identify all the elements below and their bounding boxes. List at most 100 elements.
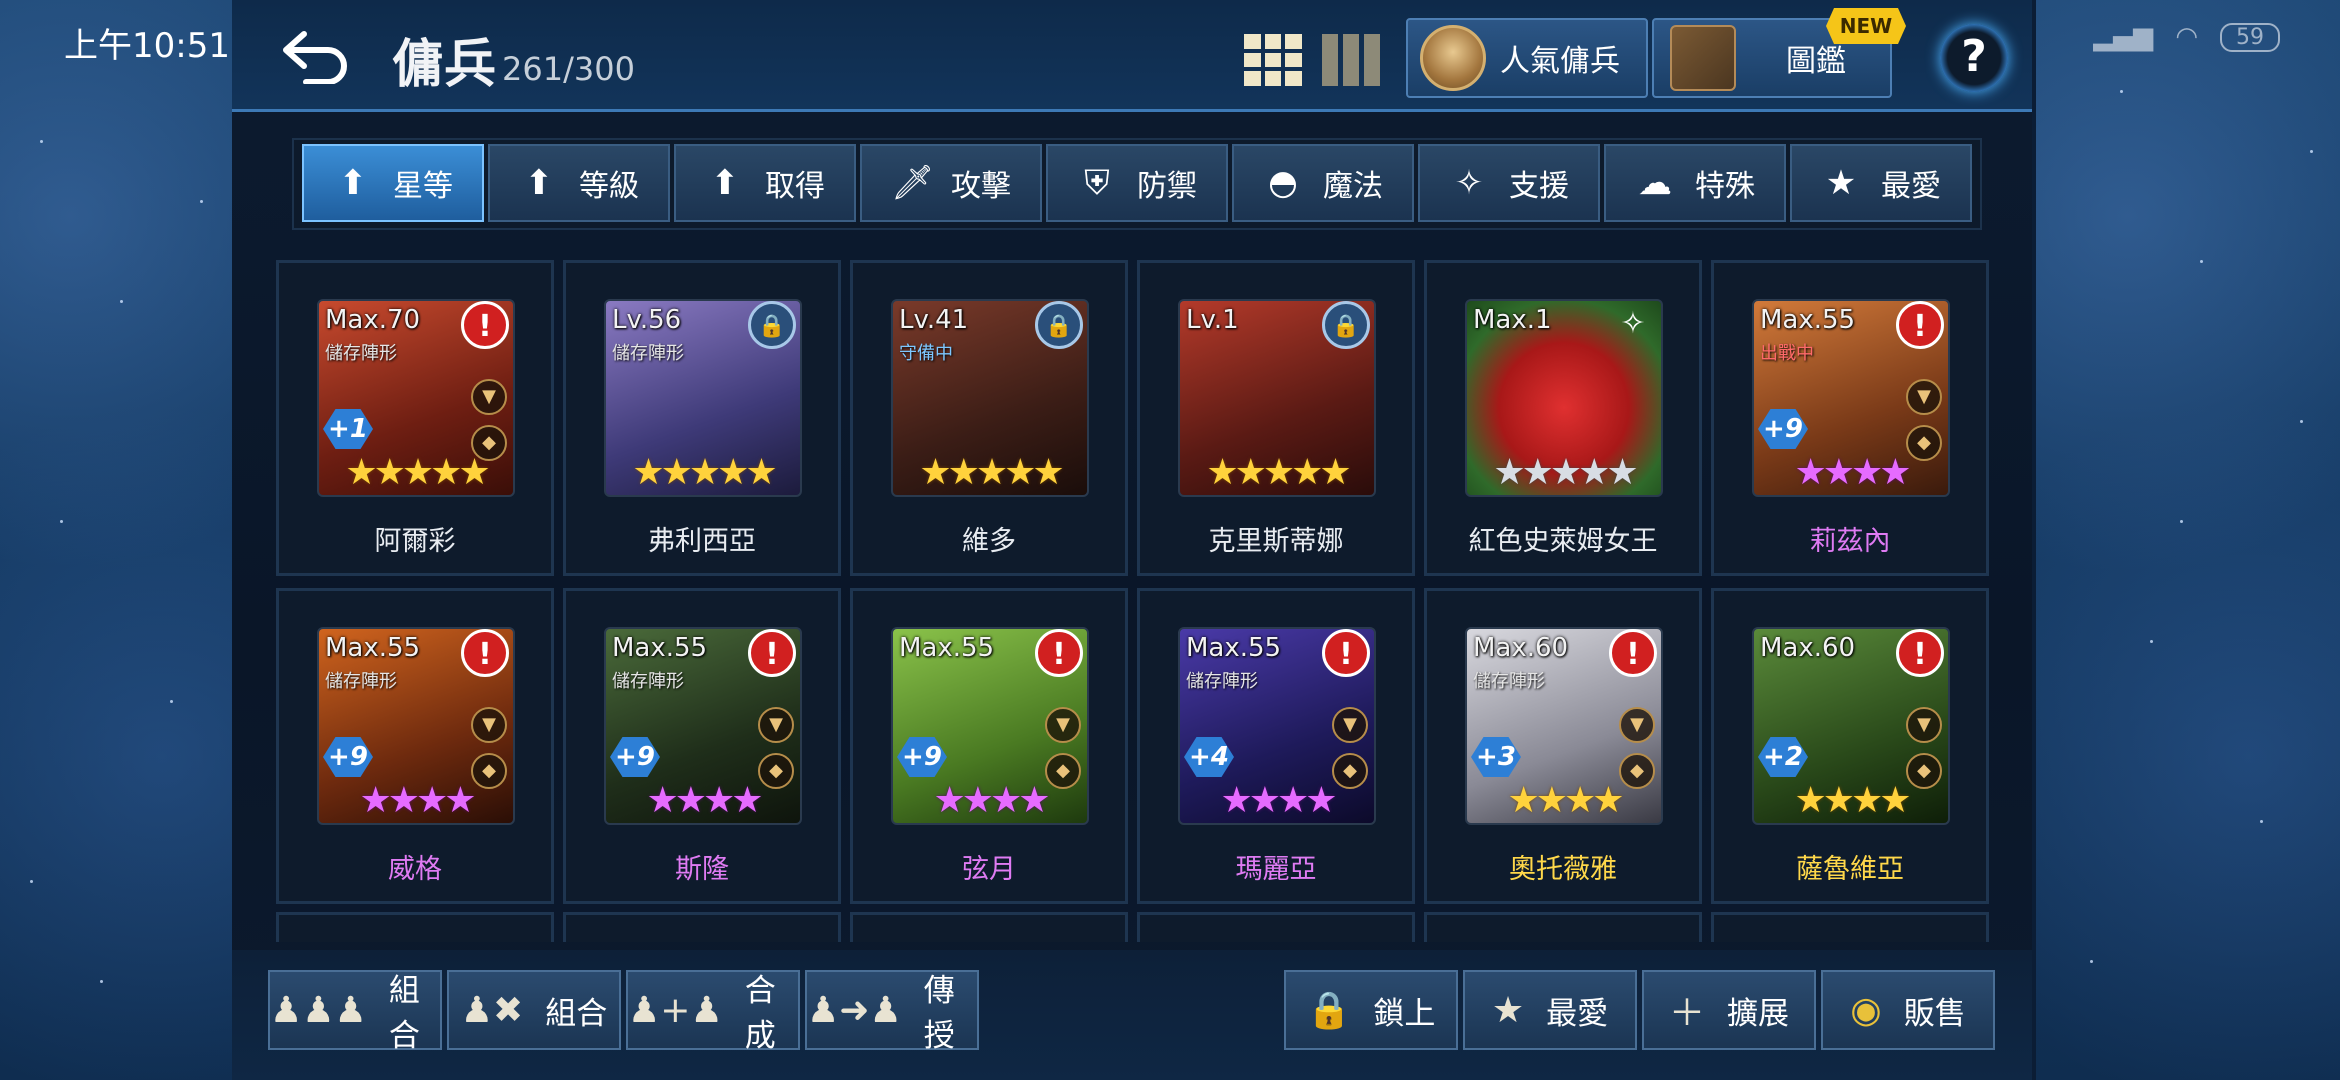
mercenary-card[interactable]: Max.1 ★★★★★ ✧ 紅色史萊姆女王 [1424,260,1702,576]
level-label: Max.55 [1760,305,1856,335]
tab-1[interactable]: ⬆ 等級 [488,144,670,222]
support-icon: ✧ [1454,163,1484,203]
star-rating: ★★★★ [933,780,1050,821]
mercenary-portrait: Max.60 儲存陣形 +3 ▼ ◆ ★★★★! [1465,627,1663,825]
bottom-button-5[interactable]: ★ 最愛 [1463,970,1637,1050]
lock-icon: 🔒 [748,301,796,349]
bottom-button-label: 組合 [388,973,420,1054]
tab-label: 取得 [765,169,825,204]
alert-icon: ! [1896,629,1944,677]
mercenary-portrait: Max.60 +2 ▼ ◆ ★★★★! [1752,627,1950,825]
enhance-badge: +9 [323,737,373,777]
star-rating: ★★★★★ [1206,452,1351,493]
alert-icon: ! [1896,301,1944,349]
grid-view-icon[interactable] [1244,34,1302,86]
slime-icon: ☁ [1638,163,1672,203]
right-background [2036,0,2340,1080]
mercenary-card[interactable]: Max.55 儲存陣形 +9 ▼ ◆ ★★★★! 威格 [276,588,554,904]
tab-4[interactable]: ⛨ 防禦 [1046,144,1228,222]
status-label: 儲存陣形 [1186,671,1258,692]
enhance-badge: +2 [1758,737,1808,777]
bottom-button-label: 組合 [545,995,608,1032]
mercenary-card[interactable]: Max.55 +9 ▼ ◆ ★★★★! 弦月 [850,588,1128,904]
tab-label: 防禦 [1137,169,1197,204]
level-label: Max.55 [612,633,708,663]
background-star [170,700,173,703]
popular-mercenary-button[interactable]: 人氣傭兵 [1406,18,1648,98]
mercenary-card[interactable]: Max.55 儲存陣形 +4 ▼ ◆ ★★★★! 瑪麗亞 [1137,588,1415,904]
rune-slot-icon: ▼ [1045,707,1081,743]
alert-icon: ! [748,629,796,677]
help-button[interactable]: ? [1940,24,2008,92]
bottom-button-7[interactable]: ◉ 販售 [1821,970,1995,1050]
bottom-button-0[interactable]: ♟♟♟ 組合 [268,970,442,1054]
background-star [60,520,63,523]
tab-3[interactable]: 🗡 攻擊 [860,144,1042,222]
tab-0[interactable]: ⬆ 星等 [302,144,484,222]
bottom-button-1[interactable]: ♟✖ 組合 [447,970,621,1050]
mercenary-card[interactable]: Max.55 儲存陣形 +9 ▼ ◆ ★★★★! 斯隆 [563,588,841,904]
book-icon [1670,25,1736,91]
merge-icon: ♟+♟ [628,989,723,1031]
bottom-button-2[interactable]: ♟+♟ 合成 [626,970,800,1054]
background-star [2180,520,2183,523]
tab-8[interactable]: ★ 最愛 [1790,144,1972,222]
background-star [2150,640,2153,643]
background-star [30,880,33,883]
rune-slot-icon: ▼ [471,379,507,415]
mercenary-portrait: Max.1 ★★★★★ ✧ [1465,299,1663,497]
mercenary-name: 威格 [388,854,442,885]
mercenary-card[interactable]: Max.60 +2 ▼ ◆ ★★★★! 薩魯維亞 [1711,588,1989,904]
star-rating: ★★★★ [1794,452,1911,493]
star-rating: ★★★★ [646,780,763,821]
mercenary-card[interactable]: Lv.56 儲存陣形 ★★★★★ 🔒 弗利西亞 [563,260,841,576]
tab-6[interactable]: ✧ 支援 [1418,144,1600,222]
list-view-icon[interactable] [1322,34,1380,86]
plus-icon: ＋ [1668,993,1705,1034]
mercenary-card[interactable]: Max.55 出戰中 +9 ▼ ◆ ★★★★! 莉茲內 [1711,260,1989,576]
enhance-badge: +1 [323,409,373,449]
alert-icon: ! [1322,629,1370,677]
bottom-button-label: 擴展 [1727,995,1789,1032]
level-label: Lv.41 [899,305,969,335]
tab-7[interactable]: ☁ 特殊 [1604,144,1786,222]
tab-2[interactable]: ⬆ 取得 [674,144,856,222]
mercenary-name: 弦月 [962,854,1016,885]
status-time: 上午10:51 [64,26,230,66]
sword-icon: 🗡 [891,163,935,203]
support-icon: ✧ [1620,306,1646,341]
mercenary-name: 紅色史萊姆女王 [1468,526,1658,557]
card-partial [1711,912,1989,942]
mercenary-portrait: Lv.56 儲存陣形 ★★★★★ 🔒 [604,299,802,497]
tab-label: 等級 [579,169,639,204]
background-star [120,300,123,303]
mercenary-card[interactable]: Max.60 儲存陣形 +3 ▼ ◆ ★★★★! 奧托薇雅 [1424,588,1702,904]
bottom-button-3[interactable]: ♟➜♟ 傳授 [805,970,979,1054]
background-star [2200,260,2203,263]
star-rating: ★★★★ [1794,780,1911,821]
rune-slot-icon: ▼ [1906,379,1942,415]
level-label: Lv.1 [1186,305,1239,335]
tab-label: 攻擊 [951,169,1011,204]
tab-5[interactable]: ◓ 魔法 [1232,144,1414,222]
popular-label: 人氣傭兵 [1500,44,1620,79]
bottom-button-4[interactable]: 🔒 鎖上 [1284,970,1458,1050]
mercenary-card[interactable]: Lv.1 ★★★★★ 🔒 克里斯蒂娜 [1137,260,1415,576]
bottom-button-label: 合成 [744,973,776,1054]
lock-icon: 🔒 [1035,301,1083,349]
level-label: Max.55 [325,633,421,663]
mercenary-name: 阿爾彩 [374,526,456,557]
back-button[interactable] [276,24,352,85]
background-star [2310,150,2313,153]
mercenary-card[interactable]: Lv.41 守備中 ★★★★★ 🔒 維多 [850,260,1128,576]
status-label: 儲存陣形 [325,671,397,692]
mercenary-card[interactable]: Max.70 儲存陣形 +1 ▼ ◆ ★★★★★! 阿爾彩 [276,260,554,576]
tab-label: 特殊 [1695,169,1755,204]
coin-icon: ◉ [1850,989,1882,1031]
alert-icon: ! [461,301,509,349]
alert-icon: ! [1035,629,1083,677]
alert-icon: ! [461,629,509,677]
star-icon: ★ [1825,163,1857,203]
bottom-button-6[interactable]: ＋ 擴展 [1642,970,1816,1050]
level-label: Max.60 [1473,633,1569,663]
